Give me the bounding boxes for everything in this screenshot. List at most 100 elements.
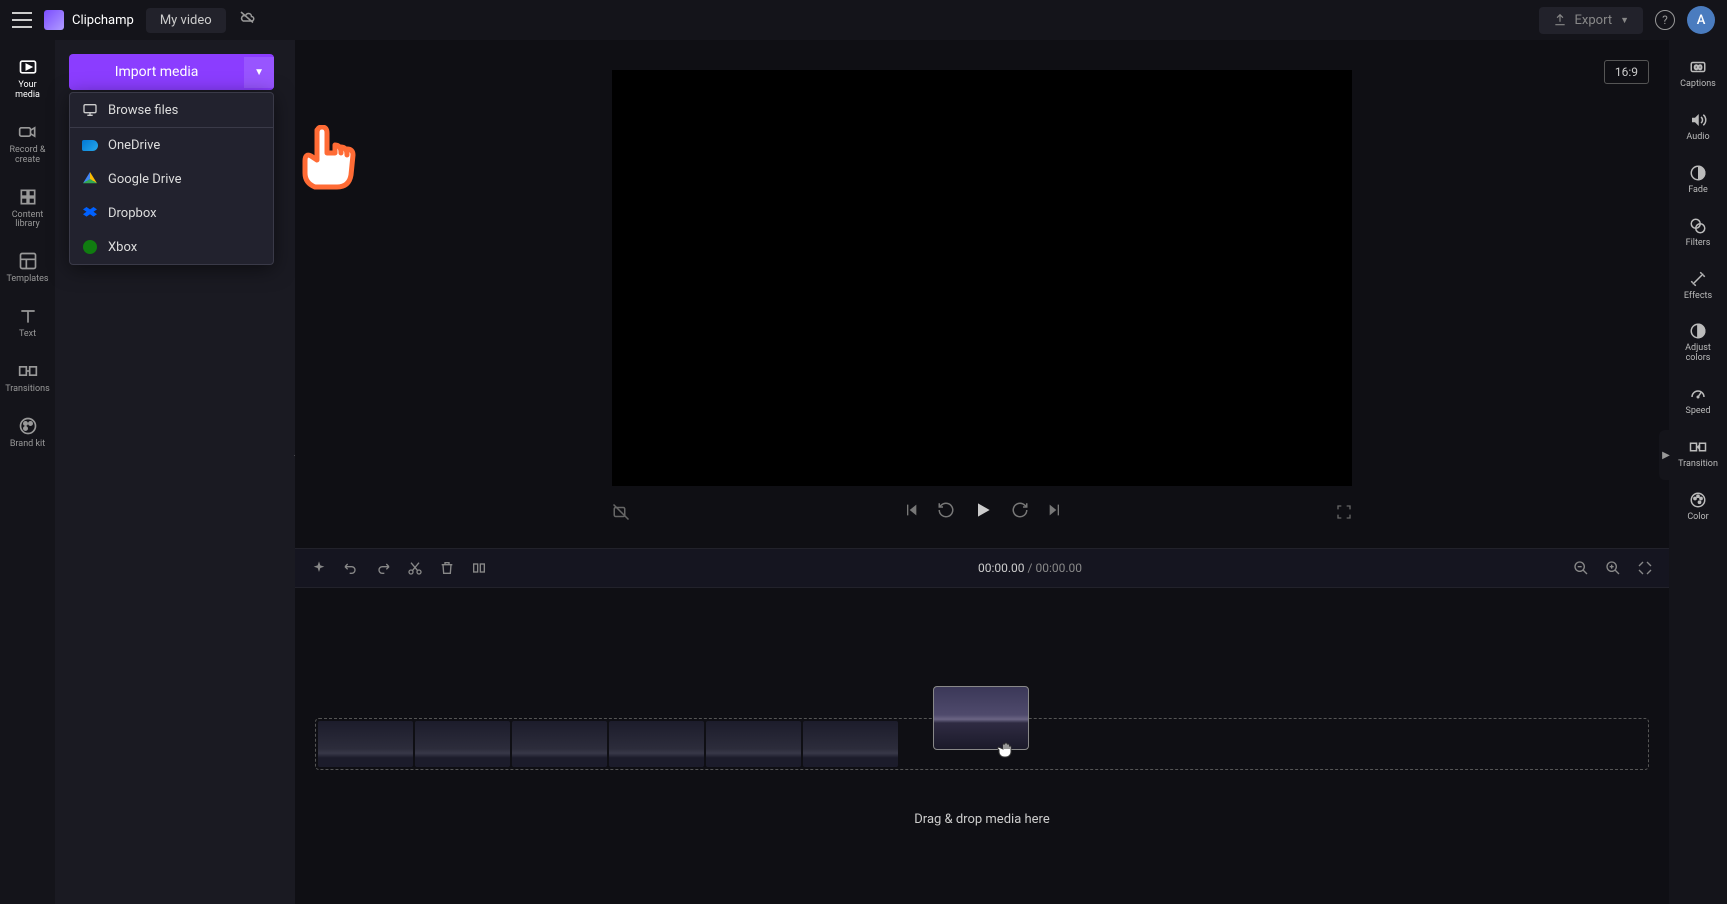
dropdown-item-onedrive[interactable]: OneDrive — [70, 128, 273, 162]
timeline-timecode: 00:00.00 / 00:00.00 — [503, 561, 1557, 575]
right-item-speed[interactable]: Speed — [1673, 377, 1723, 424]
media-panel: Import media ▼ Browse files OneDrive Goo… — [55, 40, 295, 904]
cloud-sync-icon[interactable] — [238, 9, 256, 31]
next-button[interactable] — [1047, 502, 1063, 522]
right-item-fade[interactable]: Fade — [1673, 156, 1723, 203]
sidebar-label: Templates — [6, 275, 48, 285]
right-panel-collapse-toggle[interactable]: ▶ — [1659, 430, 1673, 480]
right-item-transition[interactable]: Transition — [1673, 430, 1723, 477]
user-avatar[interactable]: A — [1687, 6, 1715, 34]
sidebar-label: Text — [19, 330, 36, 340]
total-time: 00:00.00 — [1035, 561, 1082, 575]
dropbox-icon — [82, 205, 98, 221]
adjust-colors-icon — [1688, 321, 1708, 341]
audio-icon — [1688, 110, 1708, 130]
track-placeholder — [415, 721, 510, 767]
right-item-color[interactable]: Color — [1673, 483, 1723, 530]
help-button[interactable]: ? — [1655, 10, 1675, 30]
sidebar-item-content-library[interactable]: Content library — [4, 180, 52, 237]
sidebar-item-brand-kit[interactable]: Brand kit — [4, 409, 52, 456]
dropdown-label: Browse files — [108, 103, 178, 118]
track-placeholder — [609, 721, 704, 767]
google-drive-icon — [82, 171, 98, 187]
right-item-audio[interactable]: Audio — [1673, 103, 1723, 150]
cut-button[interactable] — [407, 560, 423, 576]
dropdown-item-xbox[interactable]: Xbox — [70, 230, 273, 264]
import-dropdown-toggle[interactable]: ▼ — [244, 57, 274, 88]
import-media-label[interactable]: Import media — [69, 54, 244, 90]
effects-icon — [1688, 269, 1708, 289]
right-label: Effects — [1684, 292, 1712, 302]
hamburger-menu[interactable] — [12, 12, 32, 28]
aspect-ratio-button[interactable]: 16:9 — [1604, 60, 1649, 84]
captions-icon: CC — [1688, 57, 1708, 77]
split-button[interactable] — [471, 560, 487, 576]
sidebar-item-text[interactable]: Text — [4, 299, 52, 346]
dropdown-label: Xbox — [108, 240, 137, 255]
dropdown-item-dropbox[interactable]: Dropbox — [70, 196, 273, 230]
right-label: Color — [1687, 513, 1708, 523]
play-button[interactable] — [973, 500, 993, 524]
undo-button[interactable] — [343, 560, 359, 576]
right-item-effects[interactable]: Effects — [1673, 262, 1723, 309]
chevron-right-icon: ▶ — [1662, 450, 1670, 461]
right-label: Filters — [1686, 239, 1711, 249]
sidebar-item-your-media[interactable]: Your media — [4, 50, 52, 107]
timeline-area[interactable]: Drag & drop media here — [295, 588, 1669, 904]
redo-button[interactable] — [375, 560, 391, 576]
transition-icon — [1688, 437, 1708, 457]
current-time: 00:00.00 — [978, 561, 1025, 575]
left-sidebar: Your media Record & create Content libra… — [0, 40, 55, 904]
record-icon — [17, 121, 39, 143]
dropdown-item-browse-files[interactable]: Browse files — [70, 93, 273, 128]
track-placeholder — [318, 721, 413, 767]
sparkle-button[interactable] — [311, 560, 327, 576]
brand-kit-icon — [17, 415, 39, 437]
right-item-filters[interactable]: Filters — [1673, 209, 1723, 256]
import-media-button[interactable]: Import media ▼ — [69, 54, 274, 90]
right-item-adjust-colors[interactable]: Adjust colors — [1673, 314, 1723, 371]
rewind-button[interactable] — [937, 501, 955, 523]
topbar: Clipchamp My video Export ▼ ? A — [0, 0, 1727, 40]
center-area: 16:9 00:00. — [295, 40, 1669, 904]
right-label: Speed — [1685, 407, 1710, 417]
fullscreen-button[interactable] — [1336, 504, 1352, 520]
chevron-down-icon: ▼ — [254, 67, 264, 78]
sidebar-label: Brand kit — [10, 440, 45, 450]
onedrive-icon — [82, 137, 98, 153]
sidebar-item-templates[interactable]: Templates — [4, 244, 52, 291]
clipchamp-logo-icon — [44, 10, 64, 30]
forward-button[interactable] — [1011, 501, 1029, 523]
track-placeholder — [512, 721, 607, 767]
app-logo[interactable]: Clipchamp — [44, 10, 134, 30]
fade-icon — [1688, 163, 1708, 183]
text-icon — [17, 305, 39, 327]
zoom-out-button[interactable] — [1573, 560, 1589, 576]
dropdown-label: Dropbox — [108, 206, 157, 221]
zoom-in-button[interactable] — [1605, 560, 1621, 576]
project-name-input[interactable]: My video — [146, 8, 226, 33]
transitions-icon — [17, 360, 39, 382]
camera-off-icon[interactable] — [612, 503, 630, 521]
sidebar-label: Your media — [6, 81, 50, 101]
right-item-captions[interactable]: CC Captions — [1673, 50, 1723, 97]
monitor-icon — [82, 102, 98, 118]
right-label: Captions — [1680, 80, 1716, 90]
delete-button[interactable] — [439, 560, 455, 576]
sidebar-item-record-create[interactable]: Record & create — [4, 115, 52, 172]
templates-icon — [17, 250, 39, 272]
color-icon — [1688, 490, 1708, 510]
export-label: Export — [1575, 13, 1613, 28]
player-controls — [612, 486, 1352, 538]
dropdown-label: OneDrive — [108, 138, 160, 153]
fit-button[interactable] — [1637, 560, 1653, 576]
sidebar-item-transitions[interactable]: Transitions — [4, 354, 52, 401]
dropdown-item-google-drive[interactable]: Google Drive — [70, 162, 273, 196]
preview-area: 16:9 — [295, 40, 1669, 548]
import-dropdown-menu: Browse files OneDrive Google Drive Dropb… — [69, 92, 274, 265]
export-button[interactable]: Export ▼ — [1539, 7, 1643, 34]
app-name: Clipchamp — [72, 13, 134, 28]
previous-button[interactable] — [903, 502, 919, 522]
track-placeholder — [706, 721, 801, 767]
video-preview-canvas[interactable] — [612, 70, 1352, 486]
